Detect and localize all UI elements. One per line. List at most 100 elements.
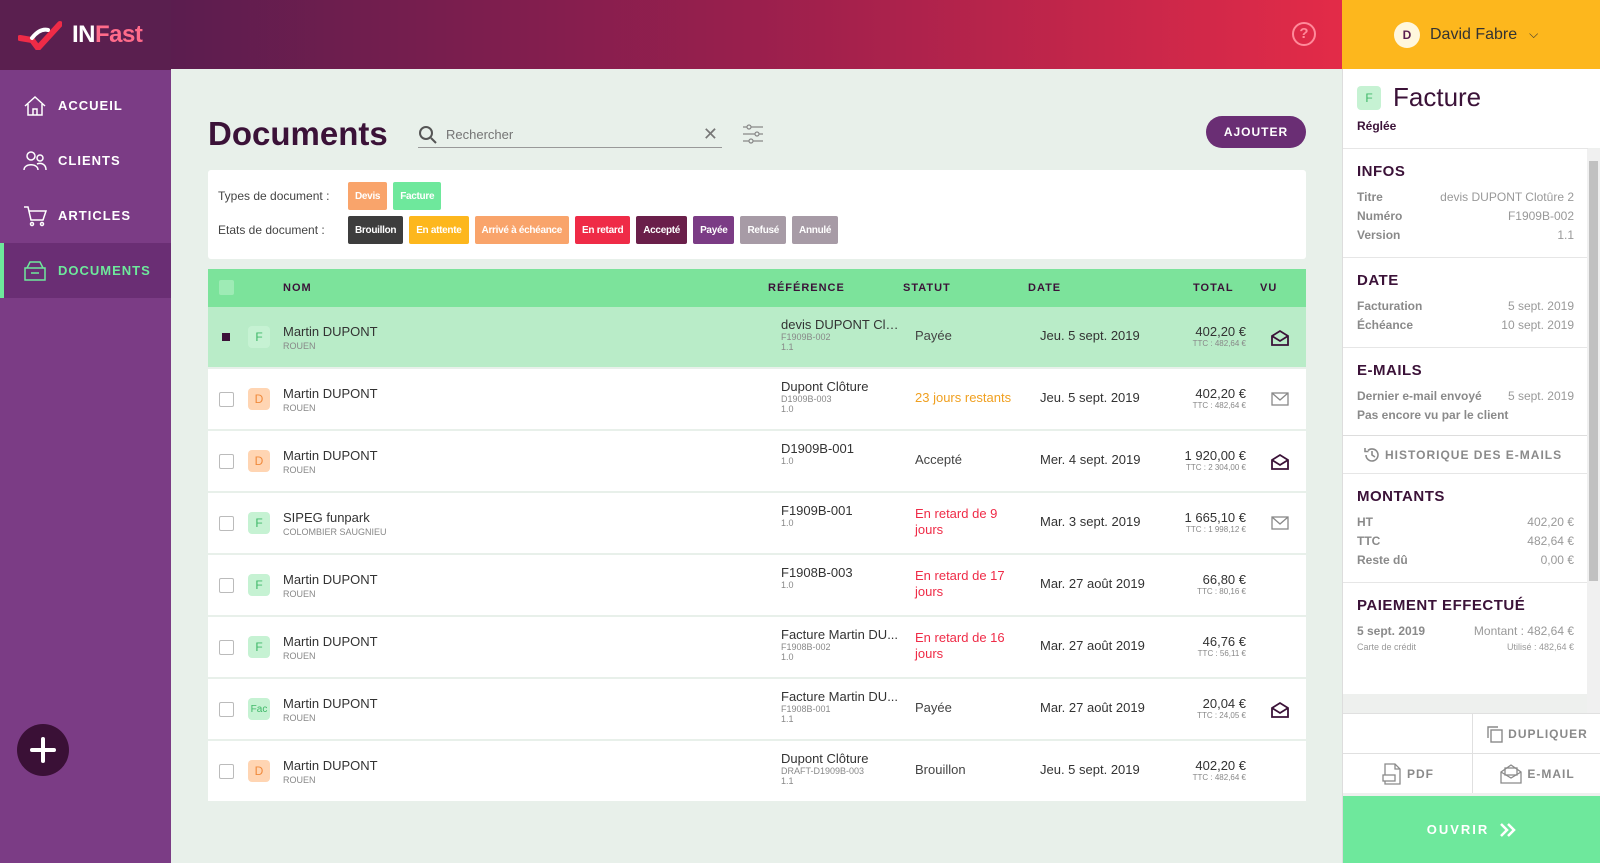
help-icon[interactable]: ? [1292,22,1316,46]
document-list: F Martin DUPONT ROUEN devis DUPONT Clot... F… [208,307,1306,803]
reference-cell: F1909B-001 1.0 [781,503,901,528]
table-row[interactable]: Fac Martin DUPONT ROUEN Facture Martin DU..… [208,679,1306,739]
sidebar-nav: ACCUEIL CLIENTS ARTICLES DOCUMENTS [0,78,171,298]
chip-refuse[interactable]: Refusé [740,216,787,244]
doc-type-badge: Fac [248,698,270,720]
total-ht: 46,76 € [1202,634,1246,649]
chip-en-retard[interactable]: En retard [575,216,631,244]
ref-number: F1909B-002 [781,332,831,342]
info-value: 1.1 [1557,228,1574,242]
chip-annule[interactable]: Annulé [792,216,839,244]
mail-opened-icon [1271,453,1289,470]
client-city: ROUEN [283,713,316,723]
row-checkbox[interactable] [219,516,234,531]
status-cell: Payée [915,328,952,343]
home-icon [24,95,46,116]
copy-icon [1487,725,1503,743]
col-reference[interactable]: RÉFÉRENCE [768,282,845,294]
row-checkbox[interactable] [219,702,234,717]
filter-settings-icon[interactable] [742,124,764,144]
table-row[interactable]: F Martin DUPONT ROUEN devis DUPONT Clot... F… [208,307,1306,367]
scrollbar-thumb[interactable] [1589,161,1598,581]
reference-cell: Facture Martin DU... F1908B-001 1.1 [781,689,901,724]
reference-cell: F1908B-003 1.0 [781,565,901,590]
email-button[interactable]: E-MAIL [1472,753,1600,793]
amount-value: 402,20 € [1527,515,1574,529]
infos-section: INFOS Titre devis DUPONT Clotûre 2 Numéro… [1343,148,1588,257]
add-button[interactable]: AJOUTER [1206,116,1306,148]
table-row[interactable]: F Martin DUPONT ROUEN Facture Martin DU... F… [208,617,1306,677]
doc-type-badge: D [248,450,270,472]
section-heading: MONTANTS [1357,488,1445,505]
app-logo[interactable]: INFast [0,0,171,70]
total-ht: 402,20 € [1195,758,1246,773]
add-fab-button[interactable] [17,724,69,776]
ref-title: D1909B-001 [781,441,854,456]
pdf-button[interactable]: PDF [1343,753,1472,793]
row-checkbox[interactable] [219,764,234,779]
total-ht: 402,20 € [1195,324,1246,339]
amounts-section: MONTANTS HT 402,20 € TTC 482,64 € Reste dû… [1343,473,1588,582]
row-checkbox[interactable] [219,392,234,407]
table-row[interactable]: D Martin DUPONT ROUEN D1909B-001 1.0 Accepté M… [208,431,1306,491]
chip-facture[interactable]: Facture [393,182,442,210]
col-total[interactable]: TOTAL [1193,282,1234,294]
select-all-checkbox[interactable] [219,280,234,295]
chip-accepte[interactable]: Accepté [636,216,688,244]
sidebar-item-label: ARTICLES [58,208,131,223]
col-name[interactable]: NOM [283,282,312,294]
panel-scrollbar[interactable] [1587,149,1600,775]
date-cell: Jeu. 5 sept. 2019 [1040,390,1140,405]
open-button[interactable]: OUVRIR [1343,796,1600,863]
client-name: Martin DUPONT [283,572,378,587]
total-cell: 1 920,00 € TTC : 2 304,00 € [1185,448,1246,472]
amount-label: Reste dû [1357,553,1408,567]
email-history-button[interactable]: HISTORIQUE DES E-MAILS [1343,435,1588,473]
email-history-label: HISTORIQUE DES E-MAILS [1385,447,1563,462]
sidebar-item-clients[interactable]: CLIENTS [0,133,171,188]
chevron-down-icon: ⌵ [1529,27,1539,41]
date-cell: Mar. 3 sept. 2019 [1040,514,1141,529]
duplicate-button[interactable]: DUPLIQUER [1472,713,1600,753]
section-heading: E-MAILS [1357,362,1423,379]
row-checkbox[interactable] [219,454,234,469]
sidebar-item-accueil[interactable]: ACCUEIL [0,78,171,133]
seen-indicator [1270,329,1290,350]
col-seen[interactable]: VU [1260,282,1277,294]
table-row[interactable]: F SIPEG funpark COLOMBIER SAUGNIEU F1909B-0… [208,493,1306,553]
ref-number: F1908B-001 [781,704,831,714]
sidebar-item-articles[interactable]: ARTICLES [0,188,171,243]
payment-amount: Montant : 482,64 € [1473,624,1574,638]
status-cell: Payée [915,700,952,715]
row-checkbox[interactable] [219,640,234,655]
chip-en-attente[interactable]: En attente [409,216,469,244]
row-checkbox[interactable] [219,330,234,345]
payment-used: Utilisé : 482,64 € [1506,642,1574,652]
open-label: OUVRIR [1426,822,1490,837]
pdf-label: PDF [1407,766,1434,781]
sidebar-item-documents[interactable]: DOCUMENTS [0,243,171,298]
chip-arrive-echeance[interactable]: Arrivé à échéance [474,216,570,244]
seen-indicator [1270,453,1290,474]
doc-type-badge: F [248,326,270,348]
table-row[interactable]: D Martin DUPONT ROUEN Dupont Clôture D1909B-… [208,369,1306,429]
chip-brouillon[interactable]: Brouillon [348,216,404,244]
table-row[interactable]: D Martin DUPONT ROUEN Dupont Clôture DRAFT-D… [208,741,1306,801]
info-value: devis DUPONT Clotûre 2 [1440,190,1574,204]
date-cell: Mar. 27 août 2019 [1040,700,1145,715]
col-date[interactable]: DATE [1028,282,1061,294]
close-icon[interactable]: ✕ [703,124,718,145]
search-input[interactable] [446,127,703,142]
mail-icon [1271,392,1289,406]
row-checkbox[interactable] [219,578,234,593]
chip-devis[interactable]: Devis [348,182,388,210]
date-cell: Mer. 4 sept. 2019 [1040,452,1141,467]
chip-payee[interactable]: Payée [693,216,735,244]
top-bar: ? [171,0,1342,69]
emails-section: E-MAILS Dernier e-mail envoyé 5 sept. 201… [1343,347,1588,435]
ref-title: F1908B-003 [781,565,853,580]
table-row[interactable]: F Martin DUPONT ROUEN F1908B-003 1.0 En retar… [208,555,1306,615]
date-label: Échéance [1357,318,1414,332]
user-menu[interactable]: D David Fabre ⌵ [1342,0,1600,69]
col-status[interactable]: STATUT [903,282,951,294]
